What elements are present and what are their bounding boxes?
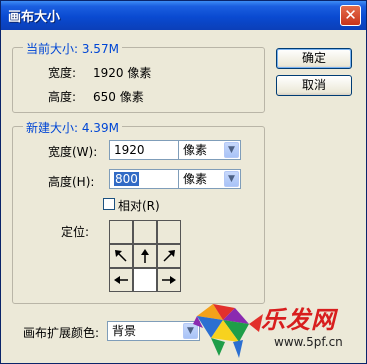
dialog-title: 画布大小 <box>8 10 61 25</box>
close-button[interactable]: ✕ <box>340 5 361 26</box>
current-size-group: 当前大小: 3.57M 宽度: 1920 像素 高度: 650 像素 <box>12 40 265 113</box>
canvas-size-dialog: 画布大小 ✕ 当前大小: 3.57M 宽度: 1920 像素 高度: 650 像… <box>0 0 367 364</box>
anchor-top-left[interactable] <box>109 220 133 244</box>
width-unit-select[interactable]: 像素 ▼ <box>178 140 241 160</box>
width-unit-value: 像素 <box>183 143 208 157</box>
arrow-right-icon <box>162 276 176 284</box>
relative-label: 相对(R) <box>118 199 160 213</box>
anchor-top-right[interactable] <box>157 220 181 244</box>
anchor-middle-right[interactable] <box>157 244 181 268</box>
current-size-label: 当前大小: 3.57M <box>23 40 122 57</box>
current-width-label: 宽度: <box>48 66 77 80</box>
ok-button[interactable]: 确定 <box>276 48 352 69</box>
height-input[interactable]: 800 <box>109 169 180 189</box>
close-icon: ✕ <box>344 6 357 24</box>
anchor-bottom-center[interactable] <box>133 268 157 292</box>
arrow-left-icon <box>114 276 128 284</box>
watermark: 乐发网 www.5pf.cn <box>189 292 364 362</box>
current-width-value: 1920 像素 <box>93 66 152 80</box>
new-height-label: 高度(H): <box>48 175 95 189</box>
relative-checkbox[interactable] <box>103 198 115 210</box>
new-width-label: 宽度(W): <box>48 145 98 159</box>
extension-color-select[interactable]: 背景 ▼ <box>107 321 200 341</box>
arrow-up-icon <box>141 249 149 263</box>
title-bar[interactable]: 画布大小 ✕ <box>1 1 366 30</box>
width-input[interactable]: 1920 <box>109 140 180 160</box>
height-input-value: 800 <box>114 172 139 186</box>
arrow-up-left-icon <box>115 250 127 262</box>
height-unit-select[interactable]: 像素 ▼ <box>178 169 241 189</box>
chevron-down-icon: ▼ <box>224 142 239 158</box>
height-unit-value: 像素 <box>183 172 208 186</box>
new-size-label: 新建大小: 4.39M <box>23 119 122 136</box>
watermark-url: www.5pf.cn <box>274 335 343 349</box>
bull-logo-icon <box>193 304 263 358</box>
current-height-value: 650 像素 <box>93 90 144 104</box>
anchor-label: 定位: <box>61 225 90 239</box>
anchor-bottom-left[interactable] <box>109 268 133 292</box>
chevron-down-icon: ▼ <box>224 171 239 187</box>
anchor-grid <box>109 220 181 292</box>
current-height-label: 高度: <box>48 90 77 104</box>
anchor-top-center[interactable] <box>133 220 157 244</box>
cancel-button[interactable]: 取消 <box>276 75 352 96</box>
watermark-brand: 乐发网 <box>261 305 336 334</box>
anchor-center[interactable] <box>133 244 157 268</box>
anchor-bottom-right[interactable] <box>157 268 181 292</box>
anchor-middle-left[interactable] <box>109 244 133 268</box>
extension-color-label: 画布扩展颜色: <box>23 326 100 340</box>
arrow-up-right-icon <box>163 250 175 262</box>
extension-color-value: 背景 <box>112 324 137 338</box>
width-input-value: 1920 <box>114 143 145 157</box>
